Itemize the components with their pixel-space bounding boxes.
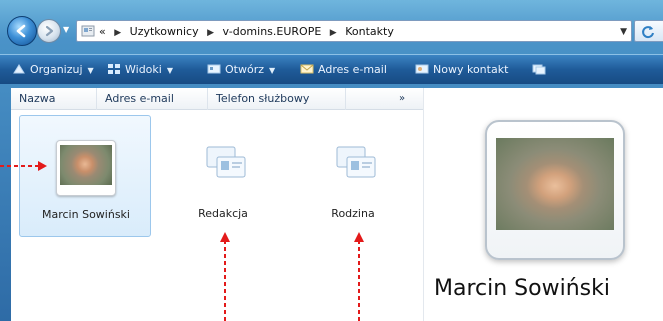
more-toolbar-icon[interactable] [532, 62, 550, 78]
open-icon [207, 64, 221, 74]
views-label: Widoki [125, 63, 162, 76]
views-icon [108, 64, 120, 74]
open-button[interactable]: Otwórz ▼ [207, 62, 275, 78]
breadcrumb: « ▶ Uzytkownicy ▶ v-domins.EUROPE ▶ Kont… [99, 24, 394, 40]
explorer-window: ▼ « ▶ Uzytkownicy ▶ v-domins.EUROPE ▶ Ko… [0, 0, 663, 321]
views-button[interactable]: Widoki ▼ [107, 62, 173, 78]
chevron-down-icon: ▼ [87, 66, 94, 75]
breadcrumb-overflow[interactable]: « [99, 24, 106, 40]
new-contact-button[interactable]: Nowy kontakt [415, 62, 508, 78]
breadcrumb-user[interactable]: v-domins.EUROPE [223, 24, 322, 40]
preview-contact-name: Marcin Sowiński [434, 276, 610, 301]
email-label: Adres e-mail [318, 63, 387, 76]
breadcrumb-separator[interactable]: ▶ [325, 25, 342, 41]
command-bar: Organizuj ▼ Widoki ▼ Otwórz ▼ Adres e-mail [0, 54, 663, 84]
file-list: Marcin Sowiński Redakcja Rodzina [11, 111, 423, 321]
group-contact-icon [532, 64, 546, 75]
list-item[interactable]: Rodzina [287, 115, 419, 237]
open-label: Otwórz [225, 63, 264, 76]
navigation-bar: ▼ « ▶ Uzytkownicy ▶ v-domins.EUROPE ▶ Ko… [0, 0, 663, 48]
contact-group-icon [336, 146, 376, 178]
organize-button[interactable]: Organizuj ▼ [12, 62, 94, 78]
address-dropdown-button[interactable]: ▼ [620, 24, 627, 40]
folder-contacts-icon [81, 25, 95, 37]
item-label: Redakcja [198, 207, 248, 220]
new-contact-icon [415, 64, 429, 74]
contact-photo [56, 140, 116, 196]
address-bar[interactable]: « ▶ Uzytkownicy ▶ v-domins.EUROPE ▶ Kont… [76, 20, 632, 42]
item-label: Marcin Sowiński [42, 208, 130, 221]
breadcrumb-separator[interactable]: ▶ [202, 25, 219, 41]
email-icon [300, 64, 314, 74]
refresh-icon [642, 26, 654, 39]
refresh-button[interactable] [634, 20, 663, 42]
arrow-right-icon [45, 25, 54, 37]
new-contact-label: Nowy kontakt [433, 63, 509, 76]
recent-pages-dropdown[interactable]: ▼ [63, 26, 71, 34]
column-email[interactable]: Adres e-mail [97, 88, 208, 110]
breadcrumb-contacts[interactable]: Kontakty [345, 24, 394, 40]
back-button[interactable] [7, 16, 37, 46]
preview-pane: Marcin Sowiński [423, 88, 663, 321]
more-columns-button[interactable]: » [399, 88, 405, 110]
preview-photo [485, 120, 625, 260]
chevron-down-icon: ▼ [269, 66, 276, 75]
organize-icon [13, 64, 25, 74]
column-name[interactable]: Nazwa [11, 88, 97, 110]
email-button[interactable]: Adres e-mail [300, 62, 387, 78]
column-phone[interactable]: Telefon służbowy [208, 88, 346, 110]
breadcrumb-users[interactable]: Uzytkownicy [130, 24, 199, 40]
organize-label: Organizuj [30, 63, 83, 76]
contact-group-icon [206, 146, 246, 178]
chevron-down-icon: ▼ [166, 66, 173, 75]
contacts-pane: Nazwa Adres e-mail Telefon służbowy » Ma… [11, 88, 663, 321]
breadcrumb-separator[interactable]: ▶ [109, 25, 126, 41]
column-header: Nazwa Adres e-mail Telefon służbowy » [11, 88, 423, 110]
list-item[interactable]: Marcin Sowiński [19, 115, 151, 237]
list-item[interactable]: Redakcja [157, 115, 289, 237]
arrow-left-icon [16, 24, 26, 38]
forward-button[interactable] [37, 19, 61, 43]
item-label: Rodzina [331, 207, 375, 220]
